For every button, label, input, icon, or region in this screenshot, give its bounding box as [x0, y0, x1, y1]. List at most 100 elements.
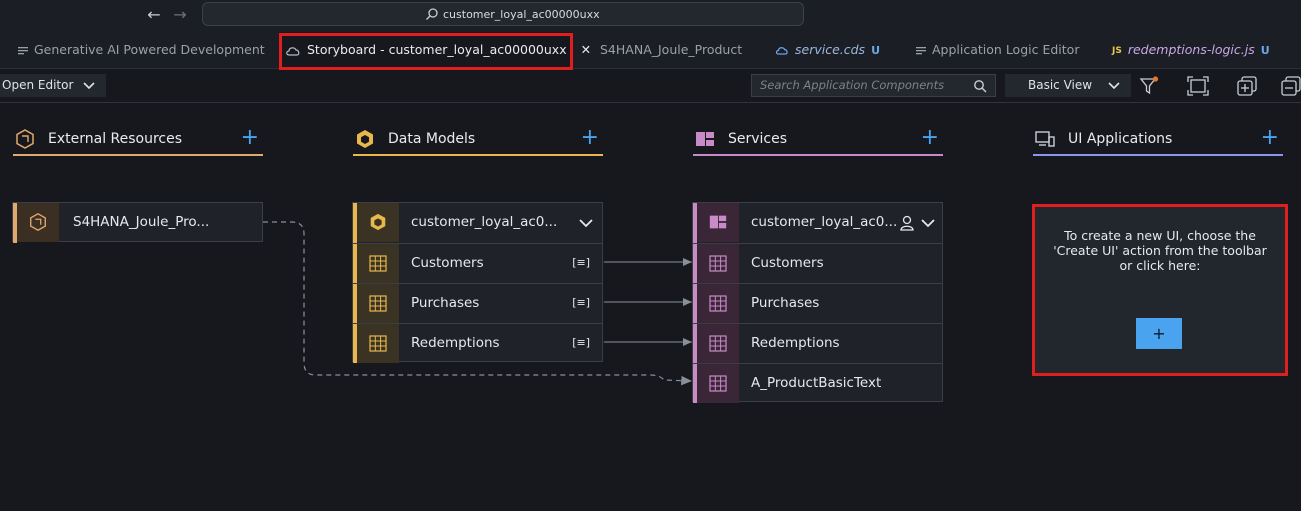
view-mode-dropdown[interactable]: Basic View: [1005, 74, 1131, 97]
service-entity-row-customers[interactable]: Customers: [693, 243, 942, 283]
chevron-down-icon[interactable]: [920, 216, 936, 230]
unsaved-badge: U: [871, 44, 881, 57]
tab-label: redemptions-logic.js: [1127, 42, 1255, 57]
cell-icon-bg: [357, 324, 399, 363]
projection-table-icon: [709, 295, 727, 312]
unsaved-badge: U: [1260, 44, 1270, 57]
tab-redemptions-logic[interactable]: JS redemptions-logic.js U: [1112, 32, 1270, 68]
command-center[interactable]: customer_loyal_ac00000uxx: [202, 2, 804, 26]
add-ui-application-button[interactable]: +: [1261, 124, 1279, 152]
title-bar: ← → customer_loyal_ac00000uxx: [0, 0, 1301, 32]
entity-label: Redemptions: [751, 335, 840, 351]
entity-row-customers[interactable]: Customers [≡]: [353, 243, 602, 283]
tab-service-cds[interactable]: service.cds U: [775, 32, 880, 68]
card-title: S4HANA_Joule_Pro...: [73, 214, 210, 230]
column-ui-applications: UI Applications +: [1033, 124, 1283, 156]
command-center-text: customer_loyal_ac00000uxx: [443, 8, 600, 21]
cell-icon-bg: [697, 364, 739, 403]
open-editor-dropdown[interactable]: Open Editor: [0, 74, 106, 97]
external-resource-icon: [30, 213, 46, 231]
search-placeholder: Search Application Components: [760, 78, 945, 92]
table-icon: [369, 295, 387, 312]
cell-icon-bg: [697, 284, 739, 323]
list-icon[interactable]: [≡]: [572, 296, 590, 309]
column-title: Services: [728, 131, 788, 147]
projection-table-icon: [709, 255, 727, 272]
highlight-box: [279, 33, 573, 70]
open-editor-label: Open Editor: [2, 78, 74, 92]
chevron-down-icon: [1108, 82, 1120, 90]
entity-label: Redemptions: [411, 335, 500, 351]
column-divider: [353, 154, 603, 156]
preview-icon: [916, 46, 926, 54]
arrow-left-icon[interactable]: ←: [144, 5, 164, 25]
card-title: customer_loyal_ac0...: [411, 214, 558, 230]
entity-label: Customers: [751, 255, 824, 271]
fit-to-screen-icon[interactable]: [1187, 75, 1209, 97]
expand-all-icon[interactable]: [1236, 75, 1258, 97]
external-resource-icon: [16, 129, 34, 149]
list-icon[interactable]: [≡]: [572, 256, 590, 269]
chevron-down-icon[interactable]: [578, 216, 594, 230]
card-header[interactable]: customer_loyal_ac0...: [353, 203, 602, 243]
add-data-model-button[interactable]: +: [581, 124, 599, 152]
cell-icon-bg: [697, 203, 739, 242]
column-title: External Resources: [48, 131, 183, 147]
tab-label: Application Logic Editor: [932, 42, 1080, 57]
view-label: Basic View: [1028, 78, 1093, 92]
empty-state-message: To create a new UI, choose the 'Create U…: [1053, 228, 1267, 273]
cell-icon-bg: [357, 244, 399, 283]
external-resource-card[interactable]: S4HANA_Joule_Pro...: [12, 202, 263, 243]
ui-empty-state: To create a new UI, choose the 'Create U…: [1032, 204, 1288, 376]
filter-icon[interactable]: [1139, 75, 1161, 97]
column-divider: [1033, 154, 1283, 156]
column-title: Data Models: [388, 131, 476, 147]
tab-generative-ai[interactable]: Generative AI Powered Development: [0, 32, 265, 68]
ui-application-icon: [1035, 131, 1055, 147]
close-icon[interactable]: ✕: [581, 42, 591, 57]
service-icon: [696, 132, 714, 146]
service-entity-row-a-productbasictext[interactable]: A_ProductBasicText: [693, 363, 942, 403]
editor-tabs: Generative AI Powered Development Storyb…: [0, 32, 1301, 69]
search-components-input[interactable]: Search Application Components: [751, 74, 996, 97]
cloud-file-icon: [775, 47, 788, 55]
cell-icon-bg: [17, 203, 59, 242]
entity-row-purchases[interactable]: Purchases [≡]: [353, 283, 602, 323]
projection-table-icon: [709, 335, 727, 352]
card-header: S4HANA_Joule_Pro...: [13, 203, 262, 243]
entity-row-redemptions[interactable]: Redemptions [≡]: [353, 323, 602, 363]
data-model-icon: [357, 130, 373, 148]
table-icon: [369, 255, 387, 272]
tab-label: S4HANA_Joule_Product: [600, 42, 743, 57]
search-icon: [426, 8, 438, 20]
table-icon: [369, 335, 387, 352]
search-icon: [974, 80, 987, 93]
tab-application-logic-editor[interactable]: Application Logic Editor: [916, 32, 1079, 68]
service-entity-row-purchases[interactable]: Purchases: [693, 283, 942, 323]
cell-icon-bg: [357, 284, 399, 323]
preview-icon: [18, 46, 28, 54]
column-external-resources: External Resources +: [13, 124, 263, 156]
add-external-resource-button[interactable]: +: [241, 124, 259, 152]
collapse-all-icon[interactable]: [1280, 75, 1301, 97]
service-card: customer_loyal_ac0... Customers Purchase…: [692, 202, 943, 403]
add-service-button[interactable]: +: [921, 124, 939, 152]
column-data-models: Data Models +: [353, 124, 603, 156]
tab-s4hana-joule-product[interactable]: S4HANA_Joule_Product: [600, 32, 742, 68]
cell-icon-bg: [357, 203, 399, 242]
cell-icon-bg: [697, 244, 739, 283]
user-icon[interactable]: [900, 215, 914, 231]
list-icon[interactable]: [≡]: [572, 336, 590, 349]
column-title: UI Applications: [1068, 131, 1173, 147]
arrow-right-icon[interactable]: →: [170, 5, 190, 25]
storyboard-toolbar: Open Editor Search Application Component…: [0, 69, 1301, 103]
create-ui-button[interactable]: +: [1136, 318, 1182, 349]
service-entity-row-redemptions[interactable]: Redemptions: [693, 323, 942, 363]
tab-label: Generative AI Powered Development: [34, 42, 265, 57]
column-services: Services +: [693, 124, 943, 156]
service-icon: [709, 215, 727, 229]
entity-label: Purchases: [751, 295, 820, 311]
card-title: customer_loyal_ac0...: [751, 214, 898, 230]
card-header[interactable]: customer_loyal_ac0...: [693, 203, 942, 243]
projection-table-icon: [709, 375, 727, 392]
